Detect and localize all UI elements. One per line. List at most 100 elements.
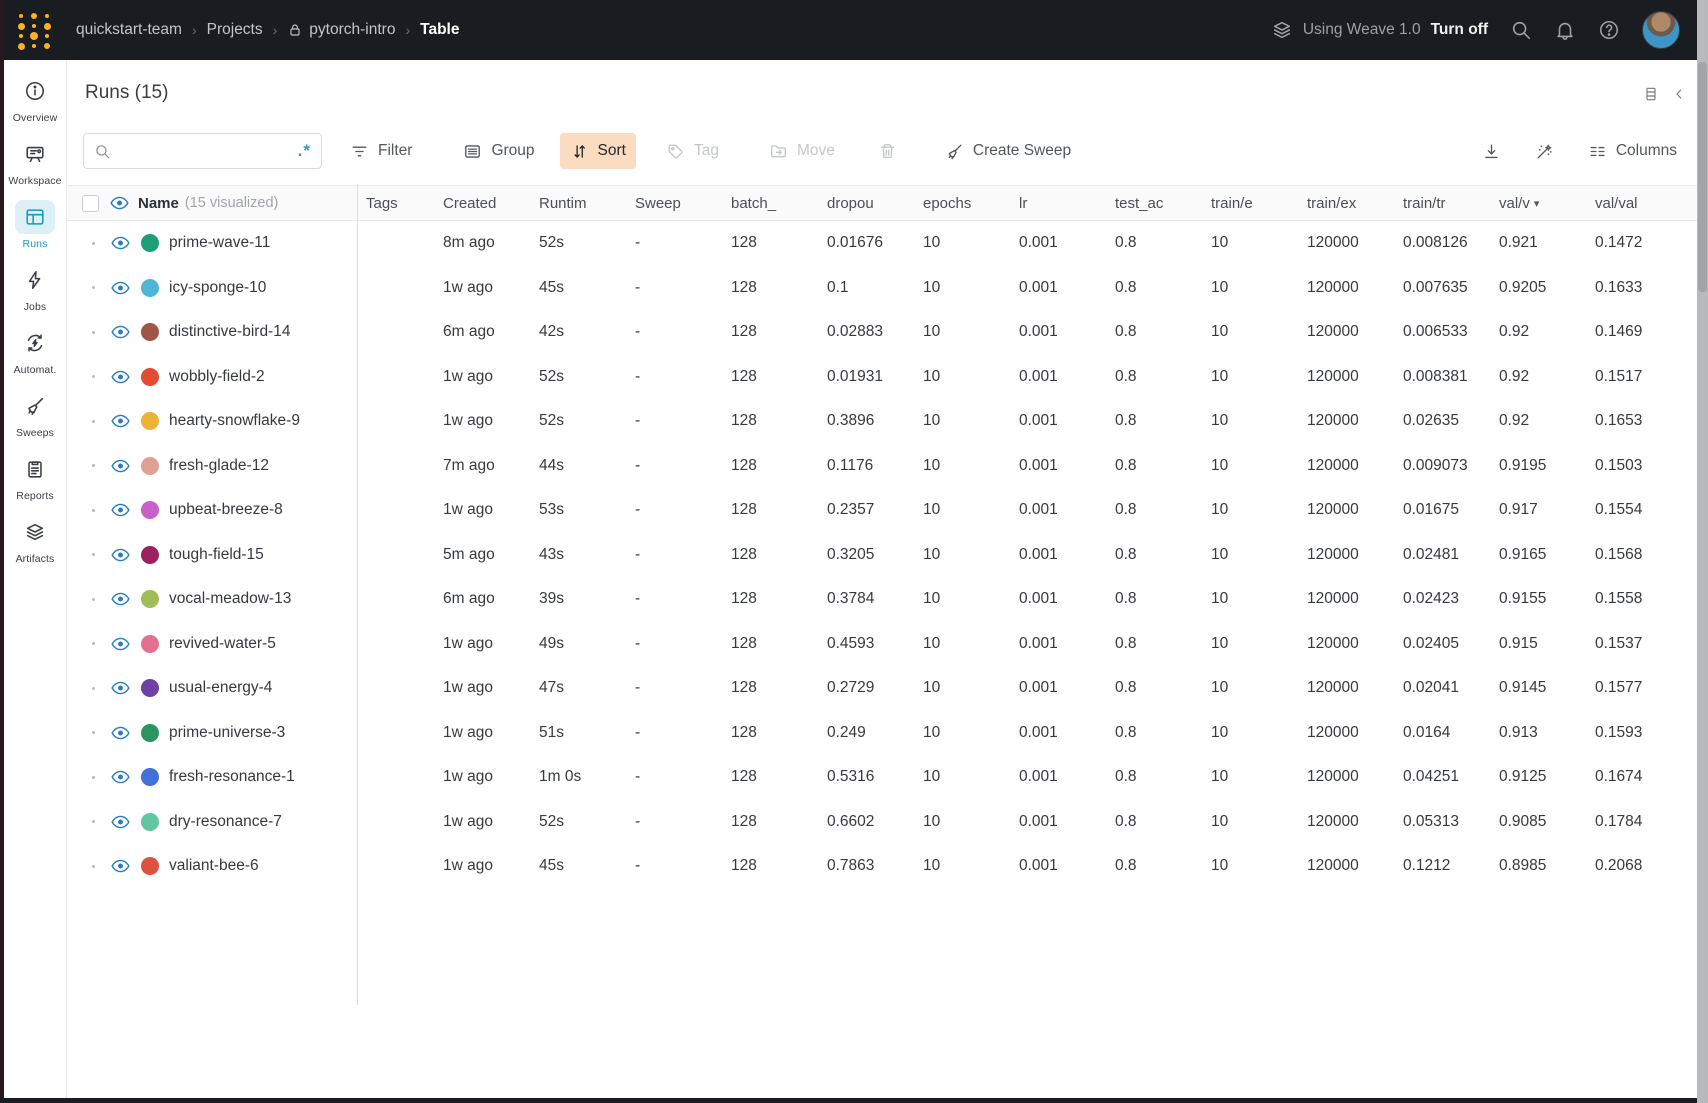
select-all-checkbox[interactable]: [82, 195, 99, 212]
run-color-dot[interactable]: [141, 323, 159, 341]
column-header-tags[interactable]: Tags: [357, 195, 434, 212]
run-visibility-eye-icon[interactable]: [111, 770, 130, 784]
run-visibility-eye-icon[interactable]: [111, 503, 130, 517]
page-scrollbar[interactable]: [1697, 0, 1708, 1103]
run-name-link[interactable]: wobbly-field-2: [169, 368, 265, 386]
run-visibility-eye-icon[interactable]: [111, 592, 130, 606]
run-name-link[interactable]: prime-universe-3: [169, 724, 285, 742]
row-drag-handle[interactable]: [92, 242, 95, 245]
row-drag-handle[interactable]: [92, 509, 95, 512]
run-visibility-eye-icon[interactable]: [111, 236, 130, 250]
run-color-dot[interactable]: [141, 546, 159, 564]
column-header-runtim[interactable]: Runtim: [530, 195, 626, 212]
run-name-link[interactable]: dry-resonance-7: [169, 813, 282, 831]
delete-button[interactable]: [868, 133, 907, 169]
run-color-dot[interactable]: [141, 635, 159, 653]
sidebar-item-reports[interactable]: Reports: [5, 452, 65, 502]
user-avatar[interactable]: [1642, 11, 1680, 49]
run-color-dot[interactable]: [141, 679, 159, 697]
regex-toggle-icon[interactable]: .*: [298, 141, 311, 161]
search-icon[interactable]: [1510, 19, 1532, 41]
row-drag-handle[interactable]: [92, 731, 95, 734]
column-header-train-tr[interactable]: train/tr: [1394, 195, 1490, 212]
filter-button[interactable]: Filter: [340, 133, 422, 169]
run-name-link[interactable]: distinctive-bird-14: [169, 323, 290, 341]
row-drag-handle[interactable]: [92, 331, 95, 334]
run-visibility-eye-icon[interactable]: [111, 859, 130, 873]
run-color-dot[interactable]: [141, 590, 159, 608]
column-header-test-ac[interactable]: test_ac: [1106, 195, 1202, 212]
run-visibility-eye-icon[interactable]: [111, 370, 130, 384]
row-drag-handle[interactable]: [92, 687, 95, 690]
run-color-dot[interactable]: [141, 813, 159, 831]
run-name-link[interactable]: prime-wave-11: [169, 234, 270, 252]
sidebar-item-jobs[interactable]: Jobs: [5, 263, 65, 313]
tag-button[interactable]: Tag: [656, 133, 729, 169]
run-visibility-eye-icon[interactable]: [111, 681, 130, 695]
run-color-dot[interactable]: [141, 724, 159, 742]
sidebar-item-sweeps[interactable]: Sweeps: [5, 389, 65, 439]
row-drag-handle[interactable]: [92, 286, 95, 289]
column-header-train-e[interactable]: train/e: [1202, 195, 1298, 212]
run-visibility-eye-icon[interactable]: [111, 281, 130, 295]
run-name-link[interactable]: vocal-meadow-13: [169, 590, 291, 608]
run-name-link[interactable]: tough-field-15: [169, 546, 264, 564]
sidebar-item-workspace[interactable]: Workspace: [5, 137, 65, 187]
search-input[interactable]: [119, 143, 290, 160]
run-visibility-eye-icon[interactable]: [111, 325, 130, 339]
run-name-link[interactable]: fresh-glade-12: [169, 457, 269, 475]
column-header-created[interactable]: Created: [434, 195, 530, 212]
run-name-link[interactable]: upbeat-breeze-8: [169, 501, 283, 519]
collapse-panel-icon[interactable]: [1671, 86, 1687, 102]
run-visibility-eye-icon[interactable]: [111, 815, 130, 829]
row-drag-handle[interactable]: [92, 642, 95, 645]
row-drag-handle[interactable]: [92, 375, 95, 378]
run-visibility-eye-icon[interactable]: [111, 637, 130, 651]
run-visibility-eye-icon[interactable]: [111, 414, 130, 428]
run-color-dot[interactable]: [141, 234, 159, 252]
weave-turn-off-button[interactable]: Turn off: [1431, 21, 1488, 39]
run-color-dot[interactable]: [141, 501, 159, 519]
run-visibility-eye-icon[interactable]: [111, 459, 130, 473]
run-color-dot[interactable]: [141, 457, 159, 475]
row-drag-handle[interactable]: [92, 820, 95, 823]
column-header-sweep[interactable]: Sweep: [626, 195, 722, 212]
row-drag-handle[interactable]: [92, 776, 95, 779]
move-button[interactable]: Move: [759, 133, 845, 169]
run-color-dot[interactable]: [141, 368, 159, 386]
run-name-link[interactable]: valiant-bee-6: [169, 857, 259, 875]
pinned-column-divider[interactable]: [357, 184, 358, 1005]
search-box[interactable]: .*: [83, 133, 322, 169]
sort-button[interactable]: Sort: [560, 133, 636, 169]
run-color-dot[interactable]: [141, 857, 159, 875]
scrollbar-thumb[interactable]: [1698, 62, 1707, 292]
run-color-dot[interactable]: [141, 279, 159, 297]
sidebar-item-automat[interactable]: Automat.: [5, 326, 65, 376]
visibility-all-eye-icon[interactable]: [110, 196, 129, 210]
sidebar-item-artifacts[interactable]: Artifacts: [5, 515, 65, 565]
column-header-epochs[interactable]: epochs: [914, 195, 1010, 212]
columns-button[interactable]: Columns: [1578, 133, 1687, 169]
breadcrumb-item-quickstart-team[interactable]: quickstart-team: [76, 21, 182, 39]
row-drag-handle[interactable]: [92, 553, 95, 556]
breadcrumb-item-Table[interactable]: Table: [420, 21, 459, 39]
run-name-link[interactable]: fresh-resonance-1: [169, 768, 295, 786]
export-download-button[interactable]: [1472, 133, 1511, 169]
help-icon[interactable]: [1598, 19, 1620, 41]
run-color-dot[interactable]: [141, 768, 159, 786]
run-name-link[interactable]: icy-sponge-10: [169, 279, 266, 297]
sidebar-item-overview[interactable]: Overview: [5, 74, 65, 124]
column-header-val-val[interactable]: val/val: [1586, 195, 1697, 212]
breadcrumb-item-pytorch-intro[interactable]: pytorch-intro: [287, 21, 395, 39]
run-name-link[interactable]: revived-water-5: [169, 635, 276, 653]
column-header-val-v[interactable]: val/v▾: [1490, 195, 1586, 212]
panel-layout-icon[interactable]: [1643, 86, 1659, 102]
sidebar-item-runs[interactable]: Runs: [5, 200, 65, 250]
column-header-lr[interactable]: lr: [1010, 195, 1106, 212]
row-drag-handle[interactable]: [92, 865, 95, 868]
row-drag-handle[interactable]: [92, 464, 95, 467]
magic-wand-button[interactable]: [1525, 133, 1564, 169]
run-visibility-eye-icon[interactable]: [111, 726, 130, 740]
column-header-batch-[interactable]: batch_: [722, 195, 818, 212]
run-color-dot[interactable]: [141, 412, 159, 430]
